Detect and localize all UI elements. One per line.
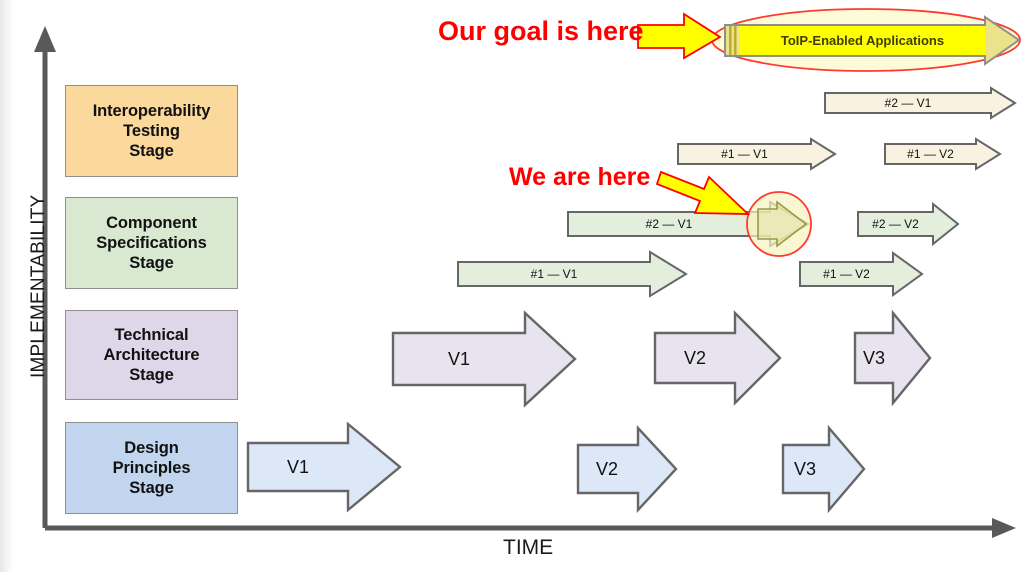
arrow-techarch-v3[interactable] [853, 309, 932, 407]
callout-we-are-here: We are here [509, 163, 651, 191]
arrow-component-1-v2[interactable] [799, 251, 924, 297]
we-are-here-pointer-arrow-icon [655, 170, 751, 215]
x-axis-label: TIME [503, 536, 554, 559]
stage-label-technical-architecture: Technical Architecture Stage [103, 325, 200, 385]
arrow-design-v3[interactable] [781, 424, 866, 514]
x-axis [45, 518, 1016, 538]
arrow-design-v2[interactable] [576, 424, 678, 514]
stage-label-interoperability-testing: Interoperability Testing Stage [92, 101, 211, 161]
stage-box-interoperability-testing[interactable]: Interoperability Testing Stage [65, 85, 238, 177]
goal-pointer-arrow-icon [637, 12, 722, 60]
stage-box-technical-architecture[interactable]: Technical Architecture Stage [65, 310, 238, 400]
arrow-design-v1[interactable] [246, 421, 402, 513]
diagram-canvas: Interoperability Testing Stage Component… [0, 0, 1024, 572]
arrow-techarch-v1[interactable] [391, 310, 577, 408]
arrow-component-2-v2[interactable] [857, 201, 960, 247]
y-axis-label: IMPLEMENTABILITY [28, 194, 49, 378]
stage-label-design-principles: Design Principles Stage [112, 438, 191, 498]
stage-box-design-principles[interactable]: Design Principles Stage [65, 422, 238, 514]
stage-box-component-specifications[interactable]: Component Specifications Stage [65, 197, 238, 289]
arrow-interop-1-v2[interactable] [884, 137, 1002, 171]
callout-our-goal-is-here: Our goal is here [438, 16, 644, 46]
arrow-interop-2-v1[interactable] [824, 86, 1017, 120]
arrow-interop-1-v1[interactable] [677, 137, 837, 171]
stage-label-component-specifications: Component Specifications Stage [96, 213, 207, 273]
arrow-toip-enabled-applications[interactable] [724, 15, 1021, 66]
arrow-techarch-v2[interactable] [653, 310, 782, 406]
arrow-component-1-v1[interactable] [457, 250, 688, 298]
